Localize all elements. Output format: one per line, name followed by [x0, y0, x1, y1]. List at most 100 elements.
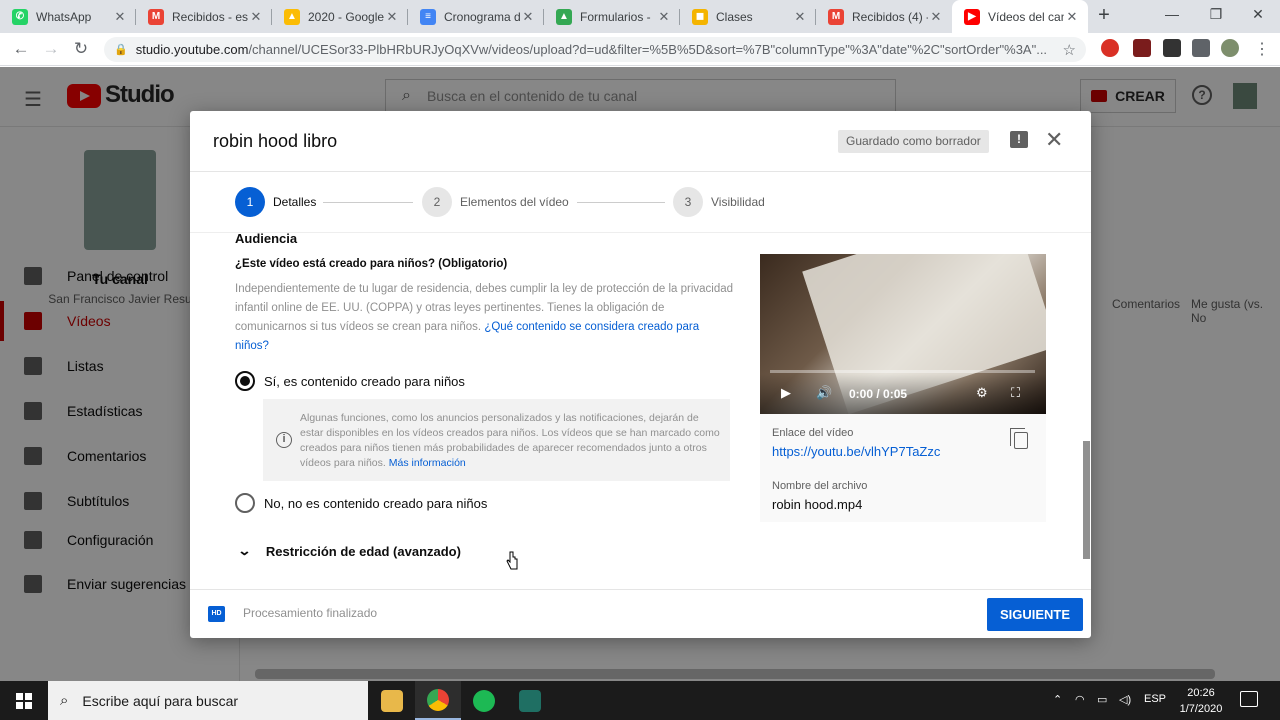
step-2-label[interactable]: Elementos del vídeo	[460, 195, 569, 209]
reload-icon[interactable]: ↻	[66, 39, 96, 59]
extensions-puzzle-icon[interactable]	[1192, 39, 1210, 57]
info-icon: i	[276, 432, 292, 448]
made-for-kids-info-box: i Algunas funciones, como los anuncios p…	[263, 399, 730, 481]
info-text: Algunas funciones, como los anuncios per…	[300, 411, 720, 471]
browser-tab[interactable]: ◼ Clases ✕	[680, 0, 816, 33]
close-tab-icon[interactable]: ✕	[1064, 9, 1080, 25]
new-tab-button[interactable]: +	[1088, 0, 1120, 33]
extension-opera-icon[interactable]	[1101, 39, 1119, 57]
tab-title: Clases	[716, 9, 753, 24]
close-tab-icon[interactable]: ✕	[792, 9, 808, 25]
radio-yes-label[interactable]: Sí, es contenido creado para niños	[264, 374, 465, 389]
age-restriction-toggle[interactable]: ⌄ Restricción de edad (avanzado)	[237, 543, 461, 559]
tab-title: WhatsApp	[36, 9, 92, 24]
video-editor-icon[interactable]	[507, 681, 553, 720]
radio-no-label[interactable]: No, no es contenido creado para niños	[264, 496, 487, 511]
close-icon[interactable]: ✕	[1045, 127, 1063, 153]
google-drive-icon: ▲	[556, 8, 572, 25]
youtube-icon: ▶	[964, 8, 980, 25]
system-clock[interactable]: 20:26 1/7/2020	[1166, 685, 1236, 717]
url-path: /channel/UCESor33-PlbHRbURJyOqXVw/videos…	[248, 42, 1048, 57]
profile-avatar[interactable]	[1221, 39, 1239, 57]
file-name-label: Nombre del archivo	[772, 480, 868, 492]
url-text: studio.youtube.com/channel/UCESor33-PlbH…	[136, 42, 1063, 57]
minimize-button[interactable]: —	[1152, 0, 1192, 30]
video-preview-panel: ▶ 🔊 0:00 / 0:05 ⚙ ⛶ Enlace del vídeo htt…	[760, 254, 1046, 522]
tray-chevron-up-icon[interactable]: ⌃	[1053, 693, 1062, 706]
extension-badge-icon[interactable]	[1163, 39, 1181, 57]
volume-icon[interactable]: 🔊	[816, 385, 832, 401]
input-language[interactable]: ESP	[1144, 693, 1166, 705]
close-tab-icon[interactable]: ✕	[384, 9, 400, 25]
browser-tab[interactable]: ≡ Cronograma d ✕	[408, 0, 544, 33]
step-3-label[interactable]: Visibilidad	[711, 195, 765, 209]
url-host: studio.youtube.com	[135, 42, 249, 57]
search-icon: ⌕	[60, 692, 69, 709]
close-tab-icon[interactable]: ✕	[656, 9, 672, 25]
next-button[interactable]: SIGUIENTE	[987, 598, 1083, 631]
radio-no-circle[interactable]	[235, 493, 255, 513]
radio-made-for-kids-yes[interactable]: Sí, es contenido creado para niños	[235, 371, 465, 391]
forward-icon[interactable]: →	[36, 39, 66, 59]
gear-icon[interactable]: ⚙	[976, 385, 988, 401]
chrome-icon[interactable]	[415, 681, 461, 720]
video-link-url[interactable]: https://youtu.be/vlhYP7TaZzc	[772, 444, 940, 459]
coppa-description: Independientemente de tu lugar de reside…	[235, 280, 735, 356]
battery-icon[interactable]: ▭	[1097, 693, 1107, 706]
browser-tab[interactable]: ▲ 2020 - Google ✕	[272, 0, 408, 33]
tab-title: Cronograma d	[444, 9, 520, 24]
step-connector	[577, 202, 665, 203]
age-restriction-label[interactable]: Restricción de edad (avanzado)	[266, 544, 461, 559]
extension-shield-icon[interactable]	[1133, 39, 1151, 57]
spotify-icon[interactable]	[461, 681, 507, 720]
maximize-button[interactable]: ❐	[1196, 0, 1236, 30]
step-1-circle[interactable]: 1	[235, 187, 265, 217]
taskbar-search-input[interactable]: ⌕ Escribe aquí para buscar	[48, 681, 368, 720]
close-tab-icon[interactable]: ✕	[248, 9, 264, 25]
file-explorer-icon[interactable]	[369, 681, 415, 720]
network-icon[interactable]: ◠	[1075, 693, 1085, 706]
hd-badge-icon: HD	[208, 606, 225, 622]
video-time: 0:00 / 0:05	[849, 387, 908, 401]
taskbar-search-placeholder: Escribe aquí para buscar	[82, 692, 239, 709]
tab-title: Recibidos - esa	[172, 9, 248, 24]
url-bar[interactable]: 🔒 studio.youtube.com/channel/UCESor33-Pl…	[104, 37, 1086, 62]
windows-start-icon[interactable]	[0, 681, 48, 720]
volume-icon[interactable]: ◁)	[1119, 693, 1131, 706]
learn-more-link[interactable]: Más información	[389, 457, 466, 469]
step-1-label[interactable]: Detalles	[273, 195, 316, 209]
browser-tab[interactable]: ▶ Vídeos del can ✕	[952, 0, 1088, 33]
close-tab-icon[interactable]: ✕	[928, 9, 944, 25]
video-progress-bar[interactable]	[770, 370, 1035, 373]
close-tab-icon[interactable]: ✕	[112, 9, 128, 25]
back-icon[interactable]: ←	[6, 39, 36, 59]
tab-title: Vídeos del can	[988, 9, 1064, 24]
close-tab-icon[interactable]: ✕	[520, 9, 536, 25]
radio-yes-circle[interactable]	[235, 371, 255, 391]
radio-made-for-kids-no[interactable]: No, no es contenido creado para niños	[235, 493, 487, 513]
play-icon[interactable]: ▶	[781, 385, 791, 401]
close-window-button[interactable]: ✕	[1238, 0, 1278, 30]
gmail-icon: M	[148, 8, 164, 25]
notifications-icon[interactable]	[1240, 691, 1258, 707]
browser-tab[interactable]: ✆ WhatsApp ✕	[0, 0, 136, 33]
address-bar-row: ← → ↻ 🔒 studio.youtube.com/channel/UCESo…	[0, 33, 1280, 66]
video-player[interactable]: ▶ 🔊 0:00 / 0:05 ⚙ ⛶	[760, 254, 1046, 414]
browser-tab[interactable]: M Recibidos - esa ✕	[136, 0, 272, 33]
browser-tab[interactable]: ▲ Formularios - ✕	[544, 0, 680, 33]
dialog-scrollbar[interactable]	[1083, 441, 1090, 559]
info-body: Algunas funciones, como los anuncios per…	[300, 412, 720, 469]
browser-tab-strip: ✆ WhatsApp ✕ M Recibidos - esa ✕ ▲ 2020 - Googl…	[0, 0, 1280, 33]
video-link-label: Enlace del vídeo	[772, 427, 854, 439]
step-2-circle[interactable]: 2	[422, 187, 452, 217]
copy-icon[interactable]	[1010, 428, 1028, 449]
browser-menu-icon[interactable]: ⋮	[1253, 39, 1271, 58]
windows-taskbar: ⌕ Escribe aquí para buscar ⌃ ◠ ▭ ◁) ESP …	[0, 681, 1280, 720]
browser-tab[interactable]: M Recibidos (4) - ✕	[816, 0, 952, 33]
fullscreen-icon[interactable]: ⛶	[1011, 385, 1020, 401]
hand-cursor-icon	[506, 551, 518, 570]
feedback-icon[interactable]	[1010, 131, 1028, 148]
step-3-circle[interactable]: 3	[673, 187, 703, 217]
tab-title: Recibidos (4) -	[852, 9, 928, 24]
bookmark-star-icon[interactable]: ☆	[1063, 41, 1076, 59]
